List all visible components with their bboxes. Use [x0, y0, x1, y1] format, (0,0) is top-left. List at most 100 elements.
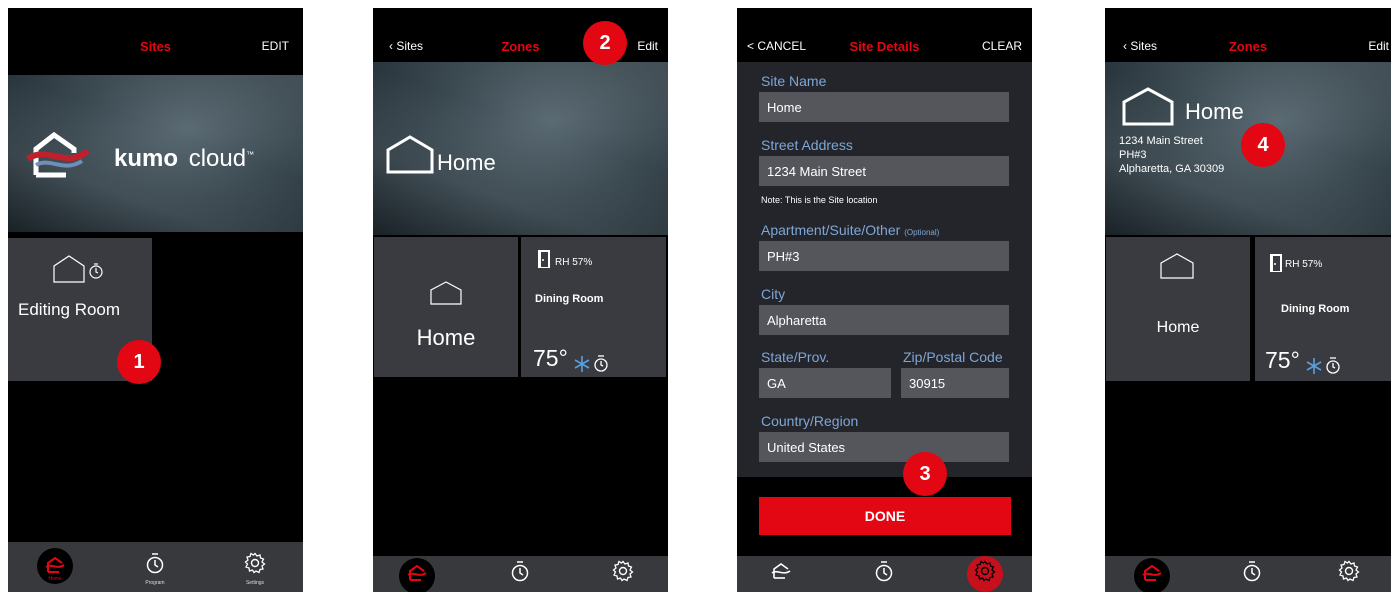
zip-label: Zip/Postal Code — [903, 349, 1003, 365]
snowflake-icon — [574, 356, 590, 372]
dining-room-tile[interactable]: RH 57% Dining Room 75° — [1255, 237, 1391, 381]
header: Sites EDIT — [8, 8, 303, 64]
timer-icon — [146, 553, 164, 574]
country-field[interactable]: United States — [759, 432, 1009, 462]
city-label: City — [761, 286, 786, 302]
home-zone-tile[interactable]: Home — [374, 237, 518, 377]
country-label: Country/Region — [761, 413, 859, 429]
home-icon — [1122, 87, 1174, 126]
street-address-field[interactable]: 1234 Main Street — [759, 156, 1009, 186]
tab-home[interactable]: Home — [741, 556, 821, 592]
gear-icon — [974, 560, 996, 582]
home-icon — [771, 563, 791, 579]
temperature-value: 75° — [533, 345, 568, 371]
home-icon — [53, 255, 103, 283]
home-icon — [430, 281, 462, 305]
phone-zones-screen: ‹ Sites Zones Edit Home Home RH 57% Dini… — [373, 8, 668, 592]
apartment-field[interactable]: PH#3 — [759, 241, 1009, 271]
tab-settings[interactable]: Settings — [1309, 556, 1389, 592]
dining-room-tile[interactable]: RH 57% Dining Room 75° — [521, 237, 666, 377]
header-title: Sites — [139, 39, 172, 54]
brand-wordmark: kumo cloud™ — [114, 145, 254, 173]
tab-settings[interactable]: Settings — [583, 556, 663, 592]
gear-icon — [1338, 560, 1360, 582]
site-name-label: Site Name — [761, 73, 827, 89]
timer-icon — [1326, 357, 1340, 374]
tab-settings-label: Settings — [245, 580, 265, 586]
tab-program-label: Program — [145, 580, 165, 586]
trademark: ™ — [246, 150, 255, 159]
door-icon — [1270, 254, 1282, 272]
state-field[interactable]: GA — [759, 368, 891, 398]
tab-bar: Home Program Settings — [1105, 556, 1391, 592]
home-zone-tile[interactable]: Home — [1106, 237, 1250, 381]
tile-label: Editing Room — [18, 300, 121, 319]
snowflake-icon — [1306, 358, 1322, 374]
timer-icon — [875, 561, 893, 582]
zone-name: Dining Room — [535, 293, 604, 305]
site-name: Home — [1185, 99, 1244, 124]
door-icon — [538, 250, 550, 268]
home-icon — [1142, 564, 1162, 581]
tab-settings[interactable]: Settings — [945, 556, 1025, 592]
site-name: Home — [437, 150, 496, 175]
home-icon — [407, 564, 427, 581]
tab-home[interactable]: Home — [15, 542, 95, 592]
zip-field[interactable]: 30915 — [901, 368, 1009, 398]
edit-button[interactable]: EDIT — [262, 39, 289, 53]
site-name-field[interactable]: Home — [759, 92, 1009, 122]
optional-tag: (Optional) — [904, 228, 940, 237]
street-address-label: Street Address — [761, 137, 853, 153]
tile-label: Home — [416, 325, 476, 350]
timer-icon — [594, 355, 608, 372]
tab-bar: Home Program Settings — [737, 556, 1032, 592]
gear-icon — [244, 552, 266, 574]
home-icon — [45, 556, 65, 573]
tab-program[interactable]: Program — [115, 542, 195, 592]
header: < CANCEL Site Details CLEAR — [737, 8, 1032, 62]
tab-program[interactable]: Program — [1212, 556, 1292, 592]
home-icon — [386, 135, 434, 174]
humidity-value: RH 57% — [555, 257, 593, 268]
city-field[interactable]: Alpharetta — [759, 305, 1009, 335]
timer-icon — [1243, 561, 1261, 582]
site-banner: Home — [373, 62, 668, 235]
tab-home[interactable]: Home — [1112, 556, 1192, 592]
state-label: State/Prov. — [761, 349, 830, 365]
kumo-cloud-banner: kumo cloud™ — [8, 75, 303, 232]
tab-settings[interactable]: Settings — [215, 542, 295, 592]
tab-bar: Home Program Settings — [373, 556, 668, 592]
header-title: Zones — [1228, 39, 1268, 54]
step-badge-4: 4 — [1241, 123, 1285, 167]
address-line-1: 1234 Main Street — [1119, 135, 1203, 147]
brand-bold: kumo — [114, 145, 179, 172]
phone-sites-screen: Sites EDIT kumo cloud™ Editing Room 1 Ho… — [8, 8, 303, 592]
apartment-label: Apartment/Suite/Other (Optional) — [761, 222, 939, 238]
site-address: 1234 Main Street PH#3 Alpharetta, GA 303… — [1119, 134, 1224, 176]
step-badge-1: 1 — [117, 340, 161, 384]
clear-button[interactable]: CLEAR — [982, 39, 1022, 53]
edit-button[interactable]: Edit — [637, 39, 658, 53]
tab-home[interactable]: Home — [377, 556, 457, 592]
home-icon — [1160, 253, 1194, 279]
apartment-label-text: Apartment/Suite/Other — [761, 222, 901, 238]
tab-home-label: Home — [48, 576, 62, 582]
header: ‹ Sites Zones Edit — [1105, 8, 1391, 62]
edit-button[interactable]: Edit — [1368, 39, 1389, 53]
step-badge-3: 3 — [903, 452, 947, 496]
brand-light: cloud — [188, 145, 247, 172]
humidity-value: RH 57% — [1285, 259, 1323, 270]
phone-zones-updated-screen: ‹ Sites Zones Edit Home 1234 Main Street… — [1105, 8, 1391, 592]
address-line-2: PH#3 — [1119, 149, 1147, 161]
done-button[interactable]: DONE — [759, 497, 1011, 535]
kumo-logo-icon — [26, 131, 90, 178]
timer-icon — [511, 561, 529, 582]
tab-bar: Home Program Settings — [8, 542, 303, 592]
tile-label: Home — [1156, 319, 1200, 336]
gear-icon — [612, 560, 634, 582]
step-badge-2: 2 — [583, 21, 627, 65]
tab-program[interactable]: Program — [480, 556, 560, 592]
zone-name: Dining Room — [1281, 303, 1350, 315]
tab-program[interactable]: Program — [844, 556, 924, 592]
phone-site-details-screen: < CANCEL Site Details CLEAR Site Name Ho… — [737, 8, 1032, 592]
